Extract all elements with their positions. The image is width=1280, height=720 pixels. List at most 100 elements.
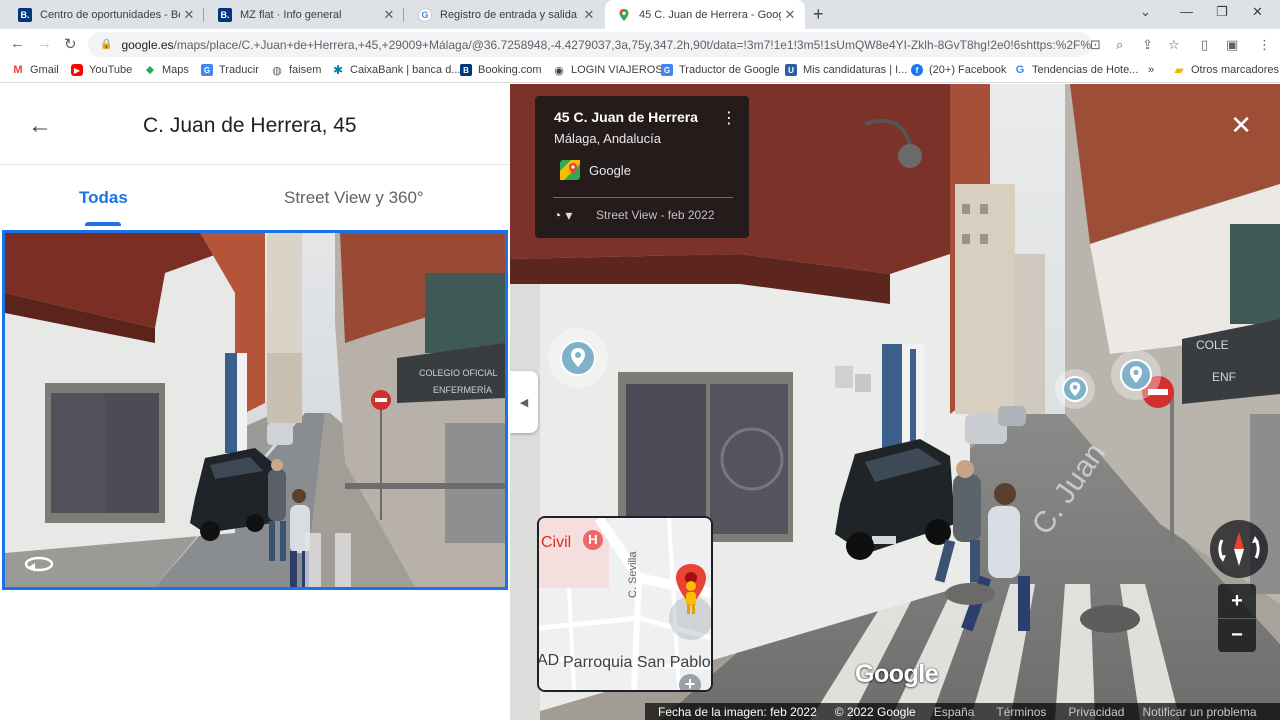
google-watermark: Google [855, 660, 939, 688]
capture-date-label[interactable]: Street View - feb 2022 [596, 208, 715, 222]
browser-tab-active[interactable]: 45 C. Juan de Herrera - Google M ✕ [605, 0, 805, 29]
place-pin-icon [1120, 359, 1152, 391]
booking-icon: B. [18, 7, 32, 22]
map-footer: Fecha de la imagen: feb 2022 © 2022 Goog… [645, 703, 1280, 720]
svg-text:COLEGIO OFICIAL: COLEGIO OFICIAL [419, 368, 498, 378]
google-icon: G [1015, 64, 1025, 76]
back-icon[interactable]: ← [10, 35, 25, 52]
facebook-icon: f [911, 64, 923, 76]
new-tab-button[interactable]: + [813, 4, 824, 25]
minimap[interactable]: Civil H C. Sevilla AD Parroquia San Pabl… [537, 516, 713, 692]
compass-control[interactable] [1210, 520, 1268, 578]
tab-title: 45 C. Juan de Herrera - Google M [639, 8, 781, 21]
photo-marker[interactable] [548, 328, 608, 388]
compass-icon [1218, 532, 1260, 566]
bookmark-traducir[interactable]: G Traducir [201, 64, 259, 76]
eye-icon: ◉ [554, 64, 564, 77]
bookmark-star-icon[interactable]: ☆ [1168, 37, 1180, 53]
bookmark-maps[interactable]: ⬥ Maps [144, 63, 189, 77]
minimize-button[interactable]: — [1180, 4, 1193, 19]
browser-tab[interactable]: G Registro de entrada y salida exp ✕ [406, 0, 604, 29]
address-bar[interactable]: 🔒 google.es/maps/place/C.+Juan+de+Herrer… [88, 32, 1092, 57]
maps-icon [619, 8, 629, 21]
page-title: C. Juan de Herrera, 45 [143, 114, 357, 137]
image-date-label: Fecha de la imagen: feb 2022 [658, 704, 817, 719]
bookmark-facebook[interactable]: f (20+) Facebook [911, 64, 1006, 76]
collapse-panel-button[interactable]: ◀ [510, 371, 538, 433]
tab-street-view[interactable]: Street View y 360° [284, 188, 424, 208]
copyright-label: © 2022 Google [834, 704, 916, 719]
svg-text:ENF: ENF [1212, 370, 1236, 384]
privacy-link[interactable]: Privacidad [1068, 705, 1124, 719]
tab-title: Registro de entrada y salida exp [440, 8, 580, 21]
bookmark-youtube[interactable]: ▶ YouTube [71, 64, 132, 76]
forward-icon[interactable]: → [37, 35, 52, 52]
u-icon: U [785, 64, 797, 76]
maps-icon: ⬥ [146, 63, 154, 76]
rotate-360-icon [24, 556, 54, 572]
close-tab-icon[interactable]: ✕ [180, 7, 198, 23]
install-icon[interactable]: ⊡ [1090, 37, 1101, 53]
url-path: /maps/place/C.+Juan+de+Herrera,+45,+2900… [173, 37, 1093, 52]
window-close-button[interactable]: ✕ [1252, 4, 1263, 20]
side-panel-icon[interactable]: ▯ [1201, 37, 1208, 53]
place-pin-icon [560, 340, 596, 376]
bookmark-tendencias[interactable]: G Tendencias de Hote... [1014, 64, 1139, 76]
minimap-label-civil: Civil [541, 534, 572, 551]
svg-text:COLE: COLE [1196, 338, 1229, 352]
reload-icon[interactable]: ↻ [64, 35, 77, 53]
bookmark-gmail[interactable]: M Gmail [12, 64, 58, 76]
photo-marker[interactable] [1055, 369, 1095, 409]
photos-panel: ← C. Juan de Herrera, 45 Todas Street Vi… [0, 84, 510, 720]
zoom-out-button[interactable]: − [1218, 618, 1256, 652]
tab-todas[interactable]: Todas [79, 188, 128, 208]
expand-map-icon[interactable]: + [679, 674, 701, 690]
minimap-label-ad: AD [537, 652, 560, 669]
youtube-icon: ▶ [71, 64, 83, 76]
history-clock-icon[interactable]: ◔ ▾ [553, 207, 572, 224]
bookmark-booking[interactable]: B Booking.com [460, 64, 542, 76]
tab-search-icon[interactable]: ⌄ [1140, 4, 1151, 20]
browser-tab[interactable]: B. MZ flat · Info general ✕ [206, 0, 404, 29]
tab-strip: B. Centro de oportunidades - Booking ✕ B… [0, 0, 1280, 29]
bookmark-faisem[interactable]: ◍ faisem [271, 64, 321, 77]
maximize-button[interactable]: ❐ [1216, 4, 1228, 20]
street-view-viewer[interactable]: COLE ENF C. Juan 45 C. Juan de Herrera ⋮… [510, 84, 1280, 720]
bookmark-caixabank[interactable]: ✱ CaixaBank | banca d... [332, 63, 461, 77]
caixabank-icon: ✱ [332, 63, 344, 77]
address-title: 45 C. Juan de Herrera [554, 109, 698, 125]
terms-link[interactable]: Términos [996, 705, 1046, 719]
bookmark-candidaturas[interactable]: U Mis candidaturas | I... [785, 64, 907, 76]
close-street-view-icon[interactable]: ✕ [1230, 110, 1252, 141]
zoom-in-button[interactable]: + [1218, 584, 1256, 618]
menu-icon[interactable]: ⋮ [1258, 37, 1271, 53]
back-arrow-icon[interactable]: ← [28, 112, 52, 140]
bookmarks-overflow[interactable]: » [1148, 64, 1154, 76]
active-tab-indicator [85, 222, 121, 226]
pegman-icon [686, 581, 696, 614]
share-icon[interactable]: ⇪ [1142, 37, 1153, 53]
zoom-icon[interactable]: ⌕ [1116, 37, 1123, 53]
extension-icon[interactable]: ▣ [1226, 37, 1238, 53]
country-link[interactable]: España [934, 705, 975, 719]
photo-thumbnail[interactable]: COLEGIO OFICIAL ENFERMERÍA [2, 230, 508, 590]
minimap-label-street: C. Sevilla [627, 551, 639, 598]
provider-label: Google [589, 163, 631, 178]
svg-text:ENFERMERÍA: ENFERMERÍA [433, 385, 492, 395]
photo-marker[interactable] [1111, 350, 1161, 400]
close-tab-icon[interactable]: ✕ [580, 7, 598, 23]
bookmark-traductor[interactable]: G Traductor de Google [661, 64, 779, 76]
lock-icon: 🔒 [100, 39, 113, 50]
close-tab-icon[interactable]: ✕ [380, 7, 398, 23]
report-problem-link[interactable]: Notificar un problema [1142, 705, 1256, 719]
more-options-icon[interactable]: ⋮ [721, 108, 737, 128]
bookmark-otros[interactable]: ▰ Otros marcadores [1173, 63, 1279, 77]
bookmark-login-viajeros[interactable]: ◉ LOGIN VIAJEROS [553, 64, 663, 77]
google-icon: G [418, 7, 432, 22]
translate-icon: G [661, 64, 673, 76]
close-tab-icon[interactable]: ✕ [781, 7, 799, 23]
gmail-icon: M [13, 64, 23, 76]
browser-tab[interactable]: B. Centro de oportunidades - Booking ✕ [6, 0, 204, 29]
google-maps-logo-icon [560, 160, 580, 180]
divider [553, 197, 733, 198]
